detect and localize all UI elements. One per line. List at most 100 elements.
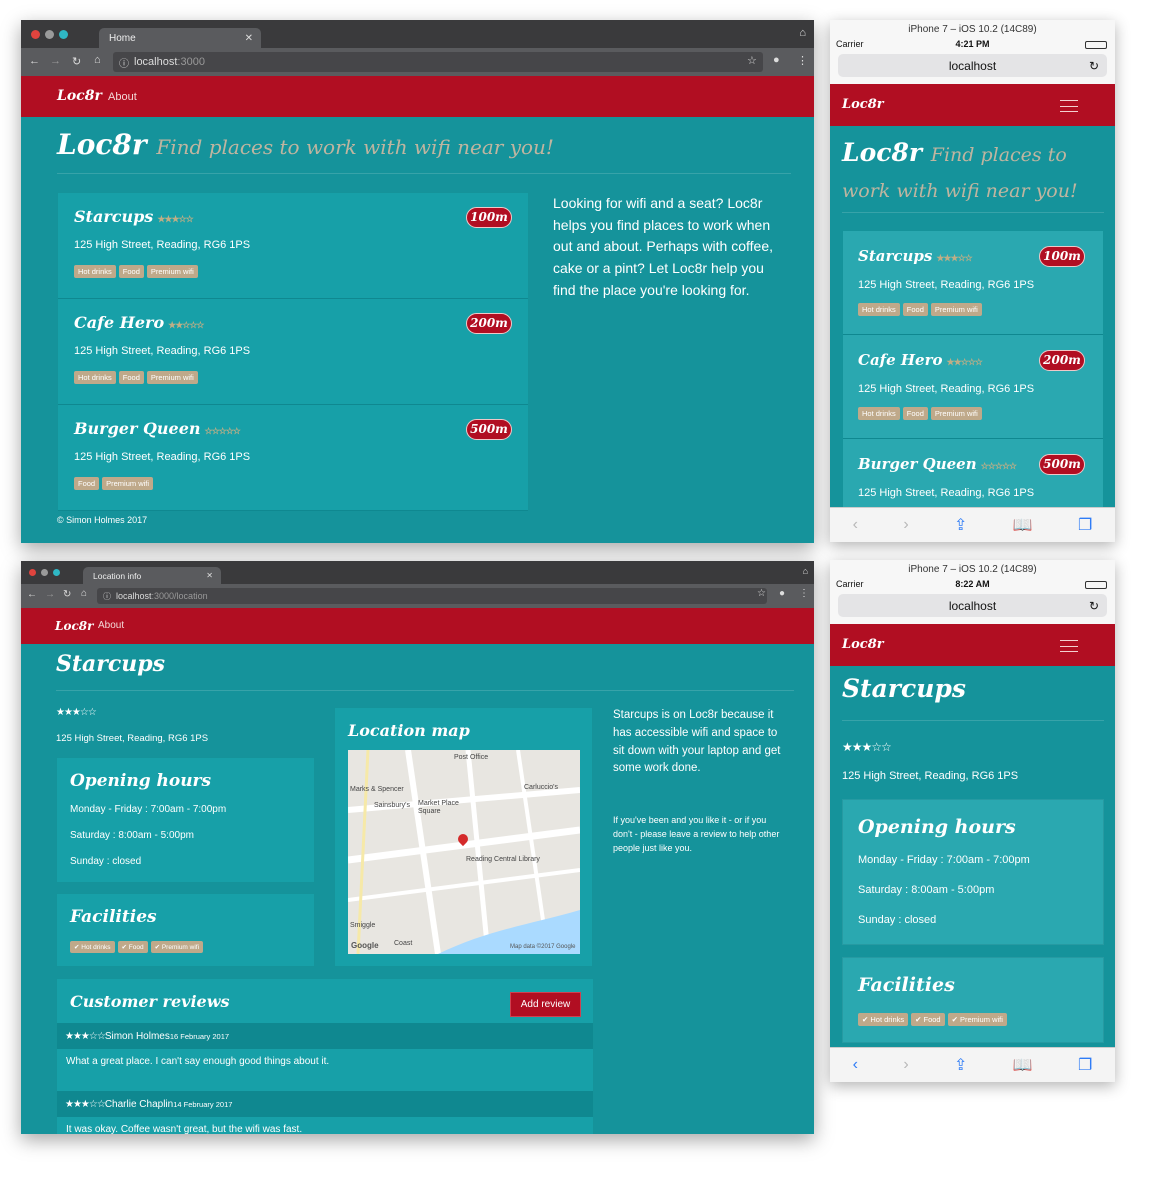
location-card[interactable]: Cafe Hero ★★☆☆☆ 200m 125 High Street, Readi…: [843, 335, 1103, 439]
close-dot[interactable]: [31, 30, 40, 39]
zoom-dot[interactable]: [59, 30, 68, 39]
hamburger-menu-icon[interactable]: [1060, 640, 1078, 652]
brand-logo[interactable]: Loc8r: [842, 637, 884, 652]
reload-icon[interactable]: ↻: [63, 589, 71, 600]
tab-home[interactable]: Home ✕: [99, 28, 261, 48]
tabs-icon[interactable]: ❐: [1078, 1055, 1092, 1075]
menu-icon[interactable]: ⋮: [799, 588, 809, 599]
location-name-text: Cafe Hero: [74, 313, 165, 332]
safari-address-bar[interactable]: localhost ↻: [838, 594, 1107, 617]
facility-tags: Hot drinks Food Premium wifi: [74, 265, 198, 278]
reload-icon[interactable]: ↻: [1089, 59, 1099, 73]
bookmarks-icon[interactable]: 📖: [1013, 515, 1033, 535]
location-map[interactable]: Post Office Marks & Spencer Sainsbury's …: [348, 750, 580, 954]
brand-logo[interactable]: Loc8r: [55, 619, 93, 633]
nav-about-link[interactable]: About: [108, 91, 137, 103]
map-label: Smiggle: [350, 922, 376, 929]
phone-viewport: Loc8r Loc8r Find places to work with wif…: [830, 84, 1115, 507]
location-name[interactable]: Starcups ★★★☆☆: [858, 247, 973, 265]
nav-about-link[interactable]: About: [98, 620, 124, 631]
location-name[interactable]: Cafe Hero ★★☆☆☆: [858, 351, 983, 369]
home-icon[interactable]: ⌂: [94, 54, 101, 66]
facility-tag: ✔ Food: [117, 941, 148, 953]
minimize-dot[interactable]: [45, 30, 54, 39]
facilities-title: Facilities: [858, 974, 955, 996]
share-icon[interactable]: ⇪: [954, 1055, 967, 1075]
profile-icon[interactable]: ⌂: [803, 566, 808, 576]
map-label: Market Place Square: [418, 800, 459, 815]
close-tab-icon[interactable]: ✕: [206, 571, 213, 580]
info-icon[interactable]: ⓘ: [103, 591, 111, 602]
brand-logo[interactable]: Loc8r: [57, 88, 102, 104]
url-port: :3000: [177, 56, 205, 68]
location-name[interactable]: Cafe Hero ★★☆☆☆: [74, 313, 204, 332]
forward-icon[interactable]: ›: [903, 1056, 908, 1074]
reload-icon[interactable]: ↻: [1089, 599, 1099, 613]
review-author: Simon Holmes: [104, 1030, 170, 1042]
facility-tag: Food: [118, 265, 144, 278]
forward-icon[interactable]: ›: [903, 516, 908, 534]
home-browser-window: Home ✕ ⌂ ← → ↻ ⌂ ⓘ localhost:3000 ☆ ● ⋮ …: [21, 20, 814, 543]
brand-logo[interactable]: Loc8r: [842, 97, 884, 112]
navbar: Loc8r About: [21, 608, 814, 644]
location-card[interactable]: Cafe Hero ★★☆☆☆ 200m 125 High Street, Readi…: [58, 299, 528, 405]
tabs-icon[interactable]: ❐: [1078, 515, 1092, 535]
facility-tags: Hot drinks Food Premium wifi: [74, 371, 198, 384]
forward-icon[interactable]: →: [45, 589, 55, 600]
back-icon[interactable]: ←: [27, 589, 37, 600]
reload-icon[interactable]: ↻: [72, 55, 81, 68]
forward-icon[interactable]: →: [50, 55, 61, 67]
safari-address-bar[interactable]: localhost ↻: [838, 54, 1107, 77]
close-dot[interactable]: [29, 569, 36, 576]
add-review-button[interactable]: Add review: [510, 992, 581, 1017]
google-logo: Google: [351, 941, 379, 950]
location-name[interactable]: Burger Queen ☆☆☆☆☆: [74, 419, 241, 438]
page-title: Loc8r: [57, 128, 147, 161]
back-icon[interactable]: ‹: [853, 1056, 858, 1074]
location-name-text: Starcups: [858, 247, 933, 265]
simulator-title: iPhone 7 – iOS 10.2 (14C89): [908, 24, 1037, 35]
back-icon[interactable]: ‹: [853, 516, 858, 534]
info-icon[interactable]: ⓘ: [119, 55, 129, 70]
facility-tag: Food: [118, 371, 144, 384]
location-name[interactable]: Starcups ★★★☆☆: [74, 207, 194, 226]
location-name[interactable]: Burger Queen ☆☆☆☆☆: [858, 455, 1017, 473]
url-text: localhost: [948, 598, 997, 613]
divider: [56, 690, 794, 691]
home-icon[interactable]: ⌂: [81, 588, 87, 599]
bookmark-star-icon[interactable]: ☆: [757, 588, 766, 599]
rating-stars: ★★★☆☆: [842, 740, 892, 754]
profile-icon[interactable]: ⌂: [799, 27, 806, 39]
extension-icon[interactable]: ●: [773, 54, 780, 66]
location-address: 125 High Street, Reading, RG6 1PS: [74, 239, 251, 251]
review-stars: ★★★☆☆: [65, 1098, 106, 1110]
location-card[interactable]: Starcups ★★★☆☆ 100m 125 High Street, Readin…: [843, 231, 1103, 335]
minimize-dot[interactable]: [41, 569, 48, 576]
hours-line: Saturday : 8:00am - 5:00pm: [858, 884, 995, 896]
tab-location-info[interactable]: Location info ✕: [83, 567, 221, 584]
facility-tags: Hot drinks Food Premium wifi: [858, 303, 982, 316]
facilities-title: Facilities: [70, 907, 157, 927]
rating-stars: ☆☆☆☆☆: [204, 427, 241, 437]
review-header: ★★★☆☆ Simon Holmes 16 February 2017: [57, 1023, 593, 1049]
share-icon[interactable]: ⇪: [954, 515, 967, 535]
back-icon[interactable]: ←: [29, 55, 40, 67]
clock: 8:22 AM: [955, 579, 990, 589]
location-card[interactable]: Starcups ★★★☆☆ 100m 125 High Street, Readin…: [58, 193, 528, 299]
zoom-dot[interactable]: [53, 569, 60, 576]
bookmarks-icon[interactable]: 📖: [1013, 1055, 1033, 1075]
toolbar: ← → ↻ ⌂ ⓘ localhost:3000/location ☆ ● ⋮: [21, 584, 814, 608]
location-card[interactable]: Burger Queen ☆☆☆☆☆ 500m 125 High Street, Re…: [843, 439, 1103, 507]
address-bar[interactable]: ⓘ localhost:3000: [113, 52, 763, 72]
address-bar[interactable]: ⓘ localhost:3000/location: [97, 588, 767, 604]
extension-icon[interactable]: ●: [779, 588, 785, 599]
facility-tags: ✔ Hot drinks ✔ Food ✔ Premium wifi: [858, 1013, 1007, 1026]
close-tab-icon[interactable]: ✕: [245, 33, 253, 44]
hamburger-menu-icon[interactable]: [1060, 100, 1078, 112]
divider: [842, 212, 1104, 213]
menu-icon[interactable]: ⋮: [797, 54, 808, 67]
review-text: What a great place. I can't say enough g…: [66, 1056, 330, 1067]
location-card[interactable]: Burger Queen ☆☆☆☆☆ 500m 125 High Street, Re…: [58, 405, 528, 511]
bookmark-star-icon[interactable]: ☆: [747, 54, 757, 67]
facility-tag: Premium wifi: [930, 407, 982, 420]
